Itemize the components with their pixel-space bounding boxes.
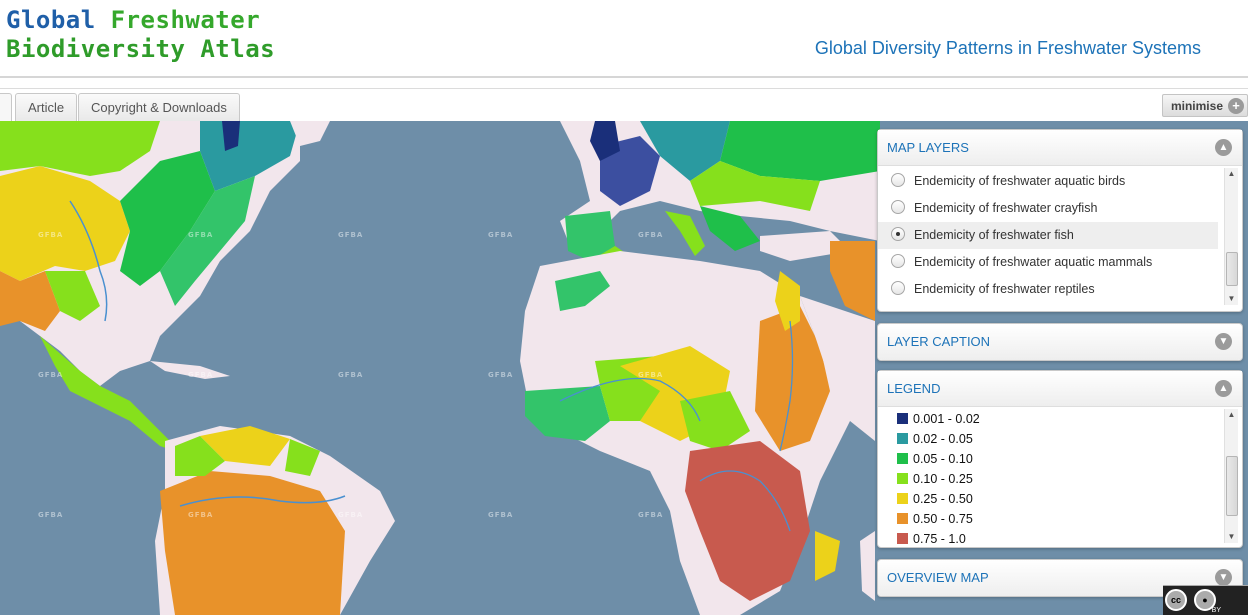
layer-caption-panel: LAYER CAPTION ▼ [877,323,1243,361]
map-layers-header[interactable]: MAP LAYERS ▲ [878,130,1242,166]
map-watermark: GFBA [188,511,214,519]
map-watermark: GFBA [488,511,514,519]
radio-button[interactable] [891,173,905,188]
map-layers-panel: MAP LAYERS ▲ Endemicity of freshwater aq… [877,129,1243,312]
map-watermark: GFBA [338,511,364,519]
region-sa-orange [160,471,345,615]
legend-item: 0.25 - 0.50 [878,489,1218,509]
layer-option-crayfish[interactable]: Endemicity of freshwater crayfish [878,195,1218,222]
map-watermark: GFBA [38,511,64,519]
logo-word-global: Global [6,6,96,34]
scroll-up-icon[interactable]: ▲ [1225,409,1238,421]
scroll-down-icon[interactable]: ▼ [1225,531,1238,543]
tab-copyright-downloads[interactable]: Copyright & Downloads [78,93,240,121]
legend-swatch [897,513,908,525]
radio-button[interactable] [891,200,905,215]
layer-label: Endemicity of freshwater reptiles [914,282,1095,296]
scroll-up-icon[interactable]: ▲ [1225,168,1238,180]
legend-swatch [897,493,908,505]
legend-label: 0.02 - 0.05 [913,432,973,446]
legend-label: 0.05 - 0.10 [913,452,973,466]
cc-icon: cc [1165,589,1187,611]
minimise-button[interactable]: minimise + [1161,94,1248,117]
landmass-madagascar [860,531,875,601]
legend-swatch [897,533,908,545]
map-watermark: GFBA [38,371,64,379]
legend-list: 0.001 - 0.02 0.02 - 0.05 0.05 - 0.10 0.1… [878,407,1242,547]
map-watermark: GFBA [38,231,64,239]
minimise-label: minimise [1170,99,1223,113]
legend-label: 0.001 - 0.02 [913,412,980,426]
legend-item: 0.75 - 1.0 [878,529,1218,547]
legend-swatch [897,433,908,445]
site-header: Global Freshwater Biodiversity Atlas Glo… [0,0,1248,78]
legend-label: 0.25 - 0.50 [913,492,973,506]
legend-item: 0.02 - 0.05 [878,429,1218,449]
legend-label: 0.10 - 0.25 [913,472,973,486]
tab-bar: Article Copyright & Downloads minimise + [0,88,1248,121]
map-watermark: GFBA [488,231,514,239]
site-subtitle: Global Diversity Patterns in Freshwater … [814,38,1201,58]
tab-article[interactable]: Article [15,93,78,121]
map-watermark: GFBA [338,371,364,379]
legend-item: 0.10 - 0.25 [878,469,1218,489]
map-layers-scrollbar[interactable]: ▲ ▼ [1224,168,1238,305]
chevron-down-icon[interactable]: ▼ [1215,569,1232,586]
layer-label: Endemicity of freshwater aquatic birds [914,174,1126,188]
logo-word-freshwater: Freshwater [110,6,261,34]
legend-swatch [897,413,908,425]
by-label: BY [1211,607,1221,614]
legend-scrollbar[interactable]: ▲ ▼ [1224,409,1238,543]
site-logo[interactable]: Global Freshwater Biodiversity Atlas [6,6,275,64]
legend-title: LEGEND [887,381,941,396]
radio-button-checked[interactable] [891,227,905,242]
radio-button[interactable] [891,254,905,269]
layer-option-reptiles[interactable]: Endemicity of freshwater reptiles [878,276,1218,303]
tab-map-edge[interactable] [0,93,12,121]
layer-caption-title: LAYER CAPTION [887,334,991,349]
scroll-down-icon[interactable]: ▼ [1225,293,1238,305]
plus-circle-icon: + [1228,98,1244,114]
legend-swatch [897,453,908,465]
map-watermark: GFBA [638,371,664,379]
scrollbar-thumb[interactable] [1226,456,1238,516]
legend-item: 0.05 - 0.10 [878,449,1218,469]
radio-button[interactable] [891,281,905,296]
layer-option-birds[interactable]: Endemicity of freshwater aquatic birds [878,168,1218,195]
scrollbar-thumb[interactable] [1226,252,1238,286]
layer-label: Endemicity of freshwater aquatic mammals [914,255,1153,269]
region-italy-lightgreen [665,211,705,256]
region-africa-se-yellow [815,531,840,581]
legend-label: 0.50 - 0.75 [913,512,973,526]
chevron-down-icon[interactable]: ▼ [1215,333,1232,350]
map-watermark: GFBA [638,231,664,239]
legend-item: 0.001 - 0.02 [878,409,1218,429]
legend-item: 0.50 - 0.75 [878,509,1218,529]
layer-caption-header[interactable]: LAYER CAPTION ▼ [878,324,1242,360]
overview-map-title: OVERVIEW MAP [887,570,989,585]
map-watermark: GFBA [638,511,664,519]
chevron-up-icon[interactable]: ▲ [1215,139,1232,156]
map-layers-title: MAP LAYERS [887,140,969,155]
map-watermark: GFBA [188,371,214,379]
map-layers-list: Endemicity of freshwater aquatic birds E… [878,166,1242,311]
legend-label: 0.75 - 1.0 [913,532,966,546]
layer-label: Endemicity of freshwater crayfish [914,201,1098,215]
legend-header[interactable]: LEGEND ▲ [878,371,1242,407]
cc-license-badge[interactable]: cc ● BY [1163,585,1248,615]
map-watermark: GFBA [338,231,364,239]
map-watermark: GFBA [188,231,214,239]
map-watermark: GFBA [488,371,514,379]
layer-option-mammals[interactable]: Endemicity of freshwater aquatic mammals [878,249,1218,276]
layer-option-fish[interactable]: Endemicity of freshwater fish [878,222,1218,249]
legend-panel: LEGEND ▲ 0.001 - 0.02 0.02 - 0.05 0.05 -… [877,370,1243,548]
logo-line-2: Biodiversity Atlas [6,35,276,63]
layer-label: Endemicity of freshwater fish [914,228,1074,242]
chevron-up-icon[interactable]: ▲ [1215,380,1232,397]
legend-swatch [897,473,908,485]
